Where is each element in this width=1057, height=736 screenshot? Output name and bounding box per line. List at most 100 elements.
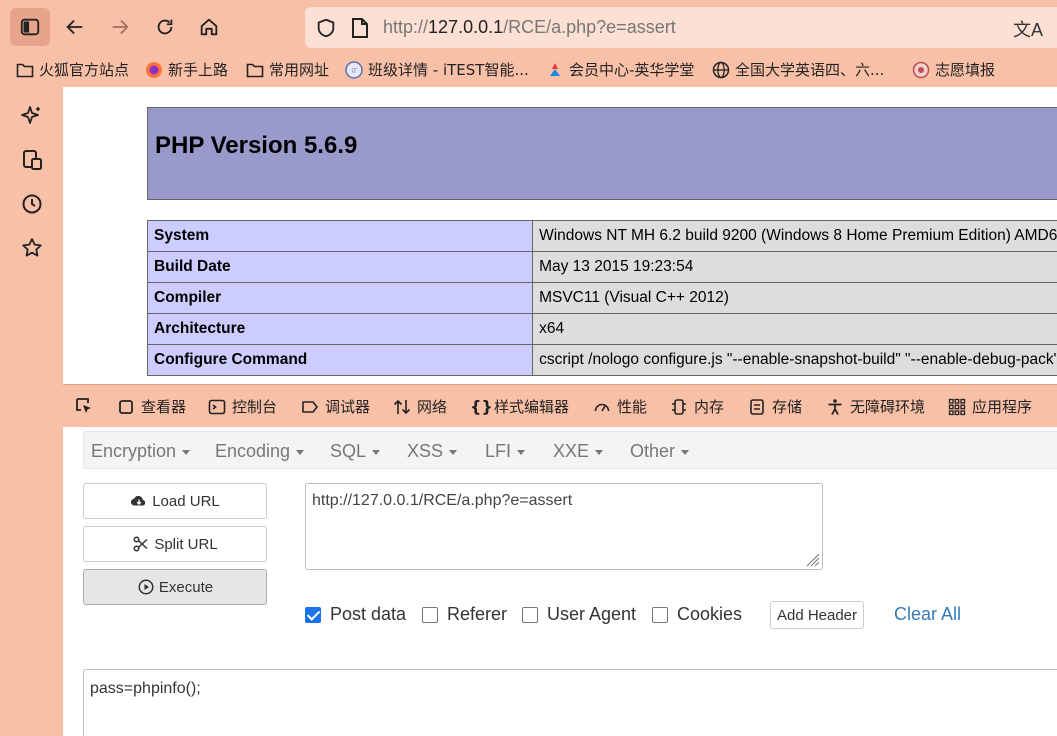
user-agent-checkbox[interactable]: User Agent — [522, 604, 636, 625]
translate-icon[interactable]: 文A — [1013, 16, 1043, 42]
caret-down-icon — [372, 449, 381, 455]
url-textarea[interactable]: http://127.0.0.1/RCE/a.php?e=assert — [305, 483, 823, 570]
table-key: Architecture — [146, 313, 534, 345]
tab-application[interactable]: 应用程序 — [948, 396, 1032, 417]
phpinfo-table: System Windows NT MH 6.2 build 9200 (Win… — [146, 220, 1057, 376]
add-header-button[interactable]: Add Header — [770, 601, 864, 629]
tab-accessibility[interactable]: 无障碍环境 — [826, 396, 925, 417]
post-data-textarea[interactable]: pass=phpinfo(); — [83, 669, 1057, 736]
caret-down-icon — [595, 449, 604, 455]
star-icon[interactable] — [20, 236, 44, 260]
cloud-download-icon — [131, 495, 146, 506]
referer-checkbox[interactable]: Referer — [422, 604, 507, 625]
address-bar[interactable]: http://127.0.0.1/RCE/a.php?e=assert 文A — [305, 7, 1057, 48]
tab-style-editor[interactable]: {} 样式编辑器 — [470, 396, 569, 417]
split-url-button[interactable]: Split URL — [83, 526, 267, 562]
bookmarks-bar: 火狐官方站点 新手上路 常用网址 iT 班级详情 - iTEST智能... 会员… — [0, 54, 1057, 86]
url-text[interactable]: http://127.0.0.1/RCE/a.php?e=assert — [383, 17, 676, 38]
braces-icon: {} — [470, 396, 493, 416]
hackbar-panel: Encryption Encoding SQL XSS LFI XXE Othe… — [63, 427, 1057, 736]
home-button[interactable] — [189, 8, 229, 46]
tab-console[interactable]: 控制台 — [208, 396, 277, 417]
checkbox-checked-icon[interactable] — [305, 606, 321, 623]
menu-other[interactable]: Other — [630, 441, 690, 462]
table-row: Build Date May 13 2015 19:23:54 — [146, 251, 1057, 283]
arrow-left-icon — [66, 19, 83, 35]
sparkle-icon[interactable] — [20, 104, 44, 128]
menu-xss[interactable]: XSS — [407, 441, 458, 462]
checkbox-icon[interactable] — [652, 606, 668, 623]
element-picker-icon[interactable] — [74, 396, 94, 416]
menu-xxe[interactable]: XXE — [553, 441, 604, 462]
tab-debugger[interactable]: 调试器 — [301, 396, 370, 417]
table-value: cscript /nologo configure.js "--enable-s… — [532, 344, 1057, 376]
php-version-title: PHP Version 5.6.9 — [155, 132, 358, 159]
back-button[interactable] — [55, 8, 95, 46]
bookmark-item[interactable]: 全国大学英语四、六... — [712, 59, 884, 80]
table-key: Configure Command — [146, 344, 534, 376]
bookmark-item[interactable]: 新手上路 — [145, 59, 228, 80]
scissors-icon — [133, 536, 148, 552]
history-icon[interactable] — [20, 192, 44, 216]
tab-storage[interactable]: 存储 — [748, 396, 802, 417]
execute-button[interactable]: Execute — [83, 569, 267, 605]
tab-inspector[interactable]: 查看器 — [117, 396, 186, 417]
memory-icon — [672, 398, 686, 415]
menu-sql[interactable]: SQL — [330, 441, 381, 462]
home-icon — [200, 18, 218, 36]
post-data-checkbox[interactable]: Post data — [305, 604, 406, 625]
bookmark-item[interactable]: 会员中心-英华学堂 — [546, 59, 694, 80]
itest-icon: iT — [345, 60, 363, 79]
table-key: System — [146, 220, 534, 252]
table-key: Compiler — [146, 282, 534, 314]
menu-encoding[interactable]: Encoding — [215, 441, 305, 462]
storage-icon — [750, 398, 764, 415]
caret-down-icon — [182, 449, 191, 455]
inspector-icon — [119, 399, 133, 414]
caret-down-icon — [296, 449, 305, 455]
arrow-right-icon — [112, 19, 129, 35]
shield-icon[interactable] — [315, 17, 337, 39]
table-value: May 13 2015 19:23:54 — [532, 251, 1057, 283]
table-row: Compiler MSVC11 (Visual C++ 2012) — [146, 282, 1057, 314]
forward-button[interactable] — [100, 8, 140, 46]
synced-tabs-icon[interactable] — [20, 148, 44, 172]
bookmark-item[interactable]: 志愿填报 — [912, 59, 995, 80]
menu-lfi[interactable]: LFI — [485, 441, 526, 462]
tab-network[interactable]: 网络 — [393, 396, 447, 417]
tab-performance[interactable]: 性能 — [593, 396, 647, 417]
reload-icon — [157, 19, 173, 35]
table-value: Windows NT MH 6.2 build 9200 (Windows 8 … — [532, 220, 1057, 252]
bookmark-item[interactable]: 常用网址 — [246, 59, 329, 80]
table-key: Build Date — [146, 251, 534, 283]
globe-icon — [712, 61, 730, 78]
caret-down-icon — [449, 449, 458, 455]
table-value: MSVC11 (Visual C++ 2012) — [532, 282, 1057, 314]
accessibility-icon — [828, 398, 842, 415]
site-icon — [550, 62, 560, 76]
php-version-header: PHP Version 5.6.9 — [147, 107, 1057, 200]
caret-down-icon — [681, 449, 690, 455]
bookmark-item[interactable]: 火狐官方站点 — [16, 59, 129, 80]
caret-down-icon — [517, 449, 526, 455]
page-content: PHP Version 5.6.9 System Windows NT MH 6… — [63, 87, 1057, 384]
cookies-checkbox[interactable]: Cookies — [652, 604, 742, 625]
console-icon — [208, 399, 226, 414]
checkbox-icon[interactable] — [522, 606, 538, 623]
gauge-icon — [594, 403, 610, 411]
checkbox-icon[interactable] — [422, 606, 438, 623]
resize-handle-icon[interactable] — [806, 553, 820, 567]
debugger-icon — [302, 400, 318, 413]
network-icon — [393, 399, 411, 414]
bookmark-item[interactable]: iT 班级详情 - iTEST智能... — [345, 59, 529, 80]
load-url-button[interactable]: Load URL — [83, 483, 267, 519]
clear-all-link[interactable]: Clear All — [894, 604, 961, 625]
page-icon[interactable] — [351, 17, 369, 39]
sidebar-toggle-button[interactable] — [10, 8, 50, 46]
reload-button[interactable] — [145, 8, 185, 46]
table-row: Architecture x64 — [146, 313, 1057, 345]
devtools-tabbar: 查看器 控制台 调试器 网络 {} 样式编辑器 性能 内存 存储 无障碍环境 应… — [63, 384, 1057, 427]
tab-memory[interactable]: 内存 — [670, 396, 724, 417]
grid-icon — [948, 398, 966, 415]
menu-encryption[interactable]: Encryption — [91, 441, 191, 462]
